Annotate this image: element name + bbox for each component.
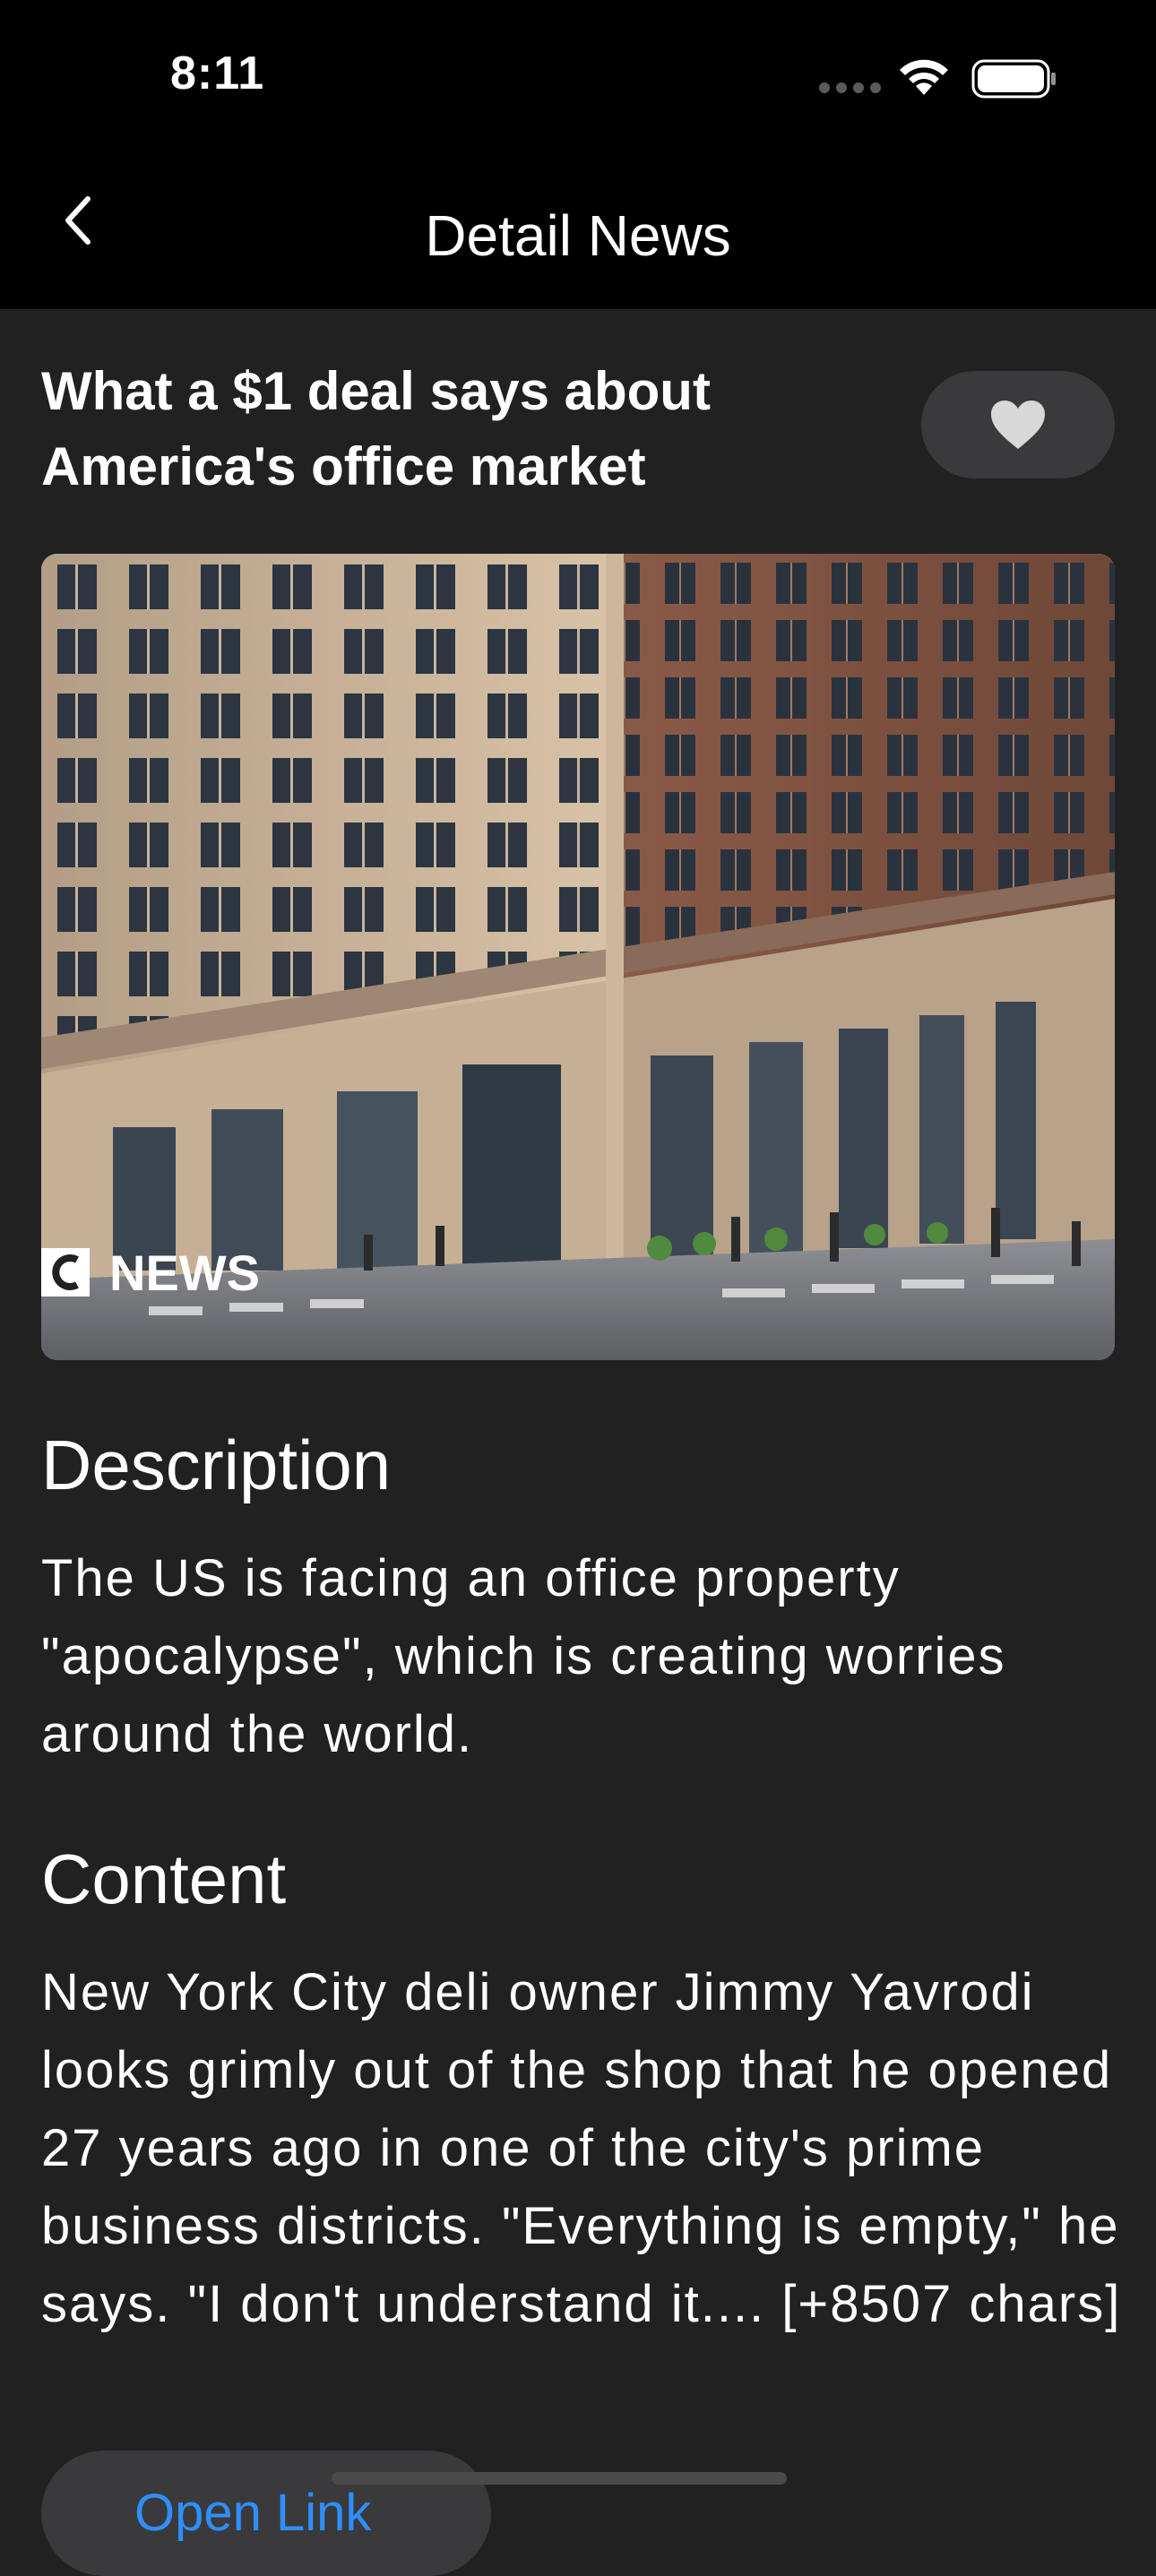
open-link-button[interactable]: Open Link	[41, 2451, 491, 2576]
svg-text:NEWS: NEWS	[109, 1245, 260, 1301]
content-text: New York City deli owner Jimmy Yavrodi l…	[41, 1963, 1122, 2333]
navigation-bar: Detail News	[0, 152, 1156, 309]
cellular-signal-icon	[819, 82, 881, 93]
wifi-icon	[900, 59, 948, 95]
home-indicator[interactable]	[332, 2472, 787, 2485]
status-time: 8:11	[170, 47, 265, 99]
news-watermark-logo: NEWS	[41, 1245, 260, 1301]
heart-icon	[991, 401, 1045, 449]
favorite-button[interactable]	[921, 371, 1115, 478]
article-headline: What a $1 deal says about America's offi…	[41, 361, 711, 496]
status-bar: 8:11	[0, 0, 1156, 152]
open-link-label: Open Link	[134, 2484, 372, 2542]
article-image: NEWS	[41, 554, 1115, 1360]
description-text: The US is facing an office property "apo…	[41, 1549, 1006, 1763]
battery-icon	[971, 59, 1056, 99]
description-heading: Description	[41, 1426, 392, 1504]
page-title: Detail News	[425, 203, 731, 268]
content-heading: Content	[41, 1839, 287, 1918]
